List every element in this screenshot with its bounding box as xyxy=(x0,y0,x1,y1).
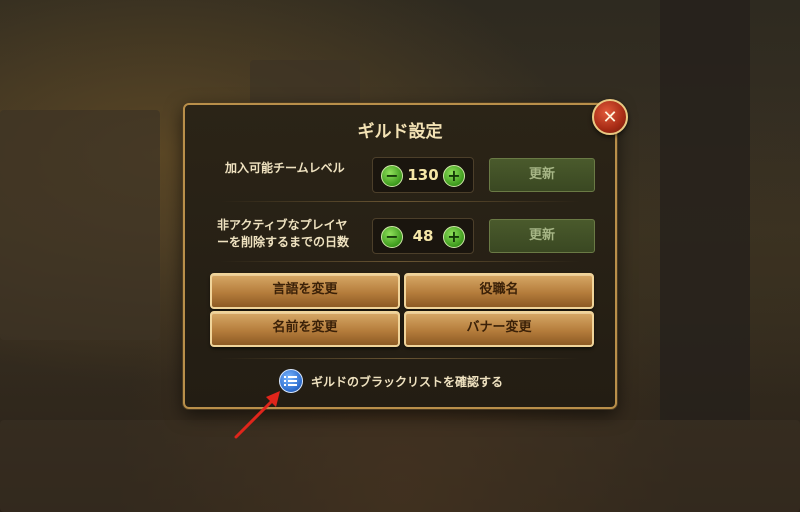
close-icon[interactable]: ✕ xyxy=(592,99,628,135)
bg-ground xyxy=(0,420,800,512)
inactive-days-label-line2: ーを削除するまでの日数 xyxy=(217,235,350,249)
join-level-value: 130 xyxy=(407,166,439,184)
dialog-title: ギルド設定 xyxy=(357,122,443,142)
join-level-label: 加入可能チームレベル xyxy=(225,160,345,177)
bg-tower xyxy=(660,0,750,420)
change-name-button[interactable]: 名前を変更 xyxy=(210,311,400,347)
join-level-stepper: − 130 + xyxy=(372,157,474,193)
role-names-button[interactable]: 役職名 xyxy=(404,273,594,309)
plus-icon[interactable]: + xyxy=(443,226,465,248)
join-level-update-button[interactable]: 更新 xyxy=(489,158,595,192)
bg-house xyxy=(0,110,160,340)
inactive-days-value: 48 xyxy=(412,227,434,245)
inactive-days-update-button[interactable]: 更新 xyxy=(489,219,595,253)
change-language-button[interactable]: 言語を変更 xyxy=(210,273,400,309)
plus-icon[interactable]: + xyxy=(443,165,465,187)
inactive-days-stepper: − 48 + xyxy=(372,218,474,254)
inactive-days-label: 非アクティブなプレイヤ ーを削除するまでの日数 xyxy=(217,217,349,251)
join-level-label-text: 加入可能チームレベル xyxy=(225,161,345,175)
inactive-days-label-line1: 非アクティブなプレイヤ xyxy=(217,218,348,232)
minus-icon[interactable]: − xyxy=(381,226,403,248)
annotation-arrow-icon xyxy=(234,391,280,439)
divider xyxy=(220,358,580,359)
guild-blacklist-label[interactable]: ギルドのブラックリストを確認する xyxy=(311,373,503,390)
change-banner-button[interactable]: バナー変更 xyxy=(404,311,594,347)
divider xyxy=(220,201,580,202)
divider xyxy=(220,261,580,262)
minus-icon[interactable]: − xyxy=(381,165,403,187)
guild-blacklist-link[interactable]: ギルドのブラックリストを確認する xyxy=(279,369,503,393)
guild-settings-dialog: ギルド設定 加入可能チームレベル − 130 + 更新 非アクティブなプレイヤ … xyxy=(183,103,617,409)
